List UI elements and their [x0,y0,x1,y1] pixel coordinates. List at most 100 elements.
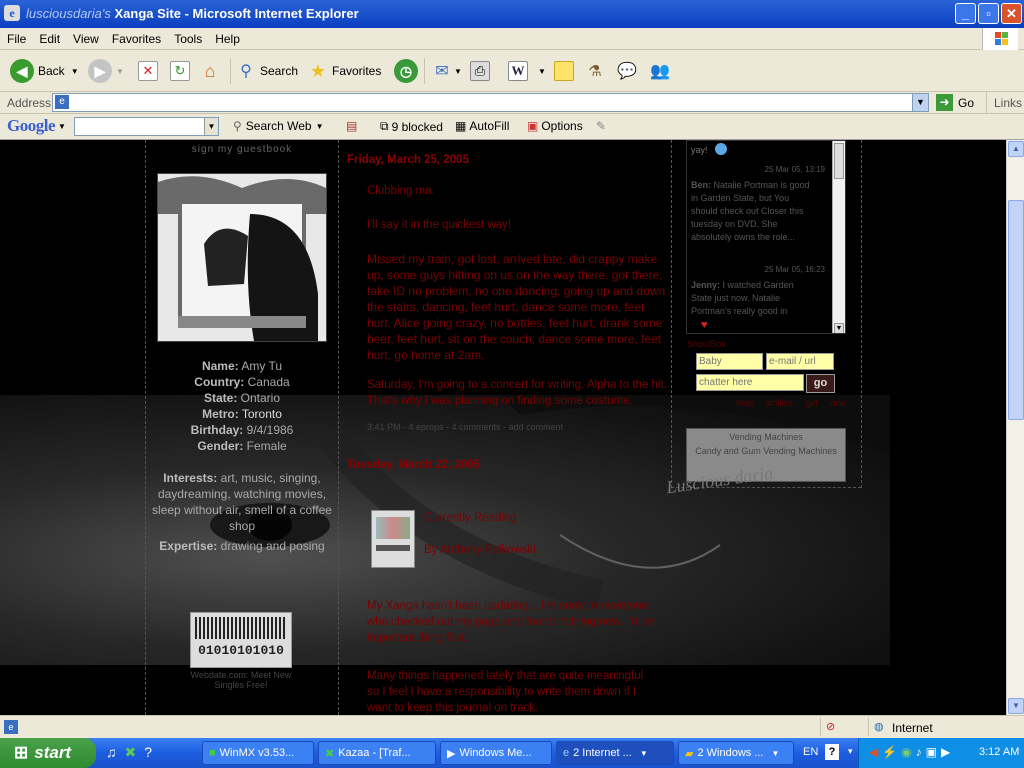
stop-button[interactable]: ✕ [138,57,158,85]
news-button[interactable]: ▤ [346,119,357,133]
menu-tools[interactable]: Tools [167,28,208,46]
search-web-button[interactable]: ⚲ Search Web ▼ [233,119,324,133]
menu-help[interactable]: Help [208,28,246,46]
windows-flag-icon: ⊞ [14,743,29,762]
notes-button[interactable] [554,57,574,85]
book-author[interactable]: By Anthony Falkowski [424,544,536,556]
page-scrollbar[interactable]: ▲ ▼ [1006,140,1024,715]
chat-name-input[interactable] [696,353,763,370]
language-indicator[interactable]: EN [803,746,818,758]
shoutbox-scrollbar[interactable]: ▼ [832,141,845,333]
entry-tail: Saturday, I'm going to a concert for wri… [367,379,667,407]
windows-logo-icon [982,28,1018,50]
edit-button[interactable]: W ▼ [508,57,546,85]
address-dropdown-button[interactable]: ▼ [912,94,928,111]
address-input[interactable]: e ▼ [52,93,929,112]
shoutbox[interactable]: yay! 25 Mar 05, 13:19 Ben: Natalie Portm… [686,140,846,334]
back-button[interactable]: ◀ Back ▼ [10,57,79,85]
google-logo[interactable]: Google ▼ [7,116,66,136]
scroll-down-button[interactable]: ▼ [1008,698,1024,714]
volume-icon[interactable]: ♪ [916,745,922,759]
quick-launch: ♫ ✖? [106,744,152,761]
menu-favorites[interactable]: Favorites [105,28,167,46]
google-search-input[interactable]: ▼ [74,117,219,136]
messenger-button[interactable]: 👥 [650,57,670,85]
discuss-icon: 💬 [617,63,637,80]
entry-date: Friday, March 25, 2005 [347,154,469,166]
research-icon: ⚗ [588,63,602,80]
start-button[interactable]: ⊞ start [0,738,96,768]
autofill-icon: ▦ [455,119,467,133]
home-button[interactable]: ⌂ [200,57,220,85]
minimize-button[interactable]: _ [955,3,976,24]
chat-go-button[interactable]: go [806,374,835,393]
smiley-icon [715,143,727,155]
close-button[interactable]: ✕ [1001,3,1022,24]
webdate-link[interactable]: Webdate.com: Meet New Singles Free! [185,670,297,690]
task-winmx[interactable]: ■ WinMX v3.53... [202,741,314,765]
chat-message-input[interactable] [696,374,804,391]
webdate-banner[interactable]: 01010101010 [190,612,292,668]
maximize-button[interactable]: ▫ [978,3,999,24]
history-icon: ◷ [394,59,418,83]
popup-blocker-button[interactable]: ⧉ 9 blocked [380,119,443,134]
highlight-button[interactable]: ✎ [596,119,606,133]
menu-edit[interactable]: Edit [32,28,66,46]
shoutbox-links[interactable]: help smilies get one [736,398,846,408]
options-button[interactable]: ▣ Options [527,119,583,133]
help-icon[interactable]: ? [144,744,152,761]
menu-view[interactable]: View [66,28,105,46]
forward-button[interactable]: ▶ ▼ [88,57,124,85]
autofill-button[interactable]: ▦ AutoFill [455,119,509,133]
print-button[interactable]: ⎙ [470,57,490,85]
mail-icon: ✉ [435,63,449,80]
star-icon: ★ [309,60,327,81]
page-icon: e [55,95,69,109]
profile-photo [157,173,327,342]
help-icon[interactable]: ? [825,744,839,760]
go-button[interactable]: ➜ Go [936,94,974,111]
search-button[interactable]: ⚲ Search [236,57,298,85]
column-divider [338,140,339,715]
display-icon[interactable]: ▣ [926,745,937,759]
standard-toolbar: ◀ Back ▼ ▶ ▼ ✕ ↻ ⌂ ⚲ Search ★ Favorites ◷ ✉ ▼ … [0,50,1024,92]
column-divider [861,140,862,488]
task-kazaa[interactable]: ✖ Kazaa - [Traf... [318,741,436,765]
tray-back-icon[interactable]: ◀ [869,745,878,759]
task-internet-explorer[interactable]: e2 Internet ... ▼ [556,741,674,765]
entry-date: Tuesday, March 22, 2005 [347,459,481,471]
menu-file[interactable]: File [0,28,32,46]
address-label: Address [7,96,52,110]
chat-email-input[interactable] [766,353,834,370]
book-cover-image [371,510,415,568]
antivirus-icon[interactable]: ◉ [901,745,911,759]
tray-menu-icon[interactable]: ▾ [848,746,853,757]
scroll-up-button[interactable]: ▲ [1008,141,1024,157]
guestbook-link[interactable]: sign my guestbook [146,144,338,155]
clock: 3:12 AM [979,746,1020,758]
links-button[interactable]: Links [986,92,1022,114]
printer-icon: ⎙ [470,61,490,81]
taskbar: ⊞ start ♫ ✖? ■ WinMX v3.53... ✖ Kazaa - [Tra… [0,738,1024,768]
task-windows-explorer[interactable]: ▰ 2 Windows ... ▼ [678,741,794,765]
research-button[interactable]: ⚗ [585,57,605,85]
media-tray-icon[interactable]: ▶ [941,745,950,759]
news-icon: ▤ [346,119,358,133]
network-icon[interactable]: ⚡ [882,745,897,759]
entry-footer[interactable]: 3:41 PM - 4 eprops - 4 comments - add co… [367,419,667,435]
messenger-icon[interactable]: ✖ [125,744,137,761]
mail-button[interactable]: ✉ ▼ [432,57,462,85]
scroll-thumb[interactable] [1008,200,1024,420]
shoutbox-label: ShoutBox [687,339,727,349]
status-bar: e ⊘ ◍ Internet [0,715,1024,738]
history-button[interactable]: ◷ [394,57,422,85]
task-windows-media[interactable]: ▶ Windows Me... [440,741,552,765]
media-icon[interactable]: ♫ [106,744,117,761]
back-arrow-icon: ◀ [10,59,34,83]
entry-intro: I'll say it in the quickest way! [367,219,512,231]
entry-tail: Many things happened lately that are qui… [367,670,644,714]
favorites-button[interactable]: ★ Favorites [308,57,381,85]
tray-icons: ◀ ⚡ ◉ ♪ ▣ ▶ [869,745,950,759]
refresh-button[interactable]: ↻ [170,57,190,85]
discuss-button[interactable]: 💬 [617,57,637,85]
